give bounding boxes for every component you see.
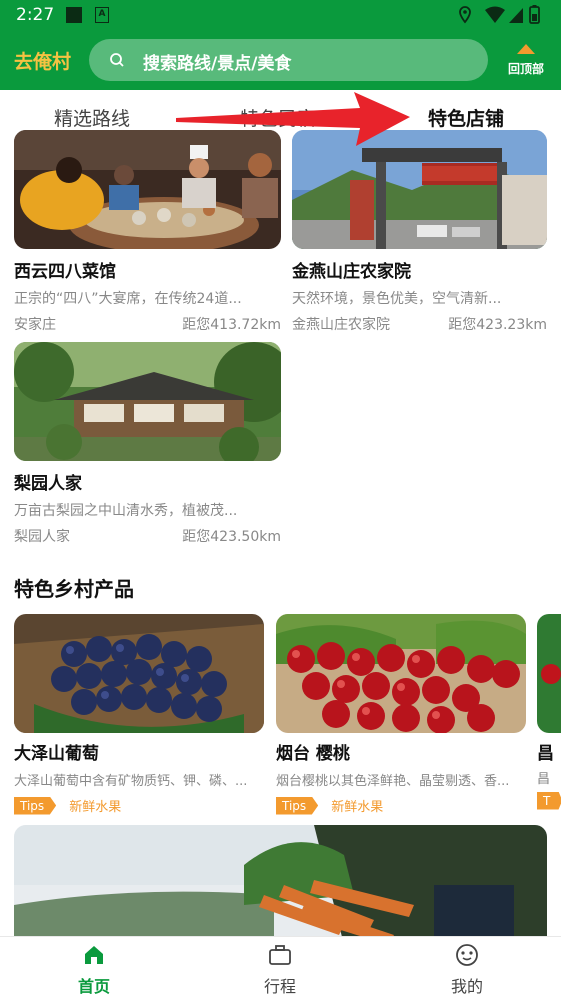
nav-home-label: 首页	[77, 977, 110, 996]
tips-badge: Tips	[14, 796, 57, 815]
product-category: 新鲜水果	[69, 800, 122, 815]
product-photo	[537, 614, 561, 733]
tips-badge: Tips	[276, 796, 319, 815]
shop-name: 西云四八菜馆	[14, 262, 116, 282]
promo-banner[interactable]	[14, 825, 547, 945]
shop-card[interactable]: 梨园人家 万亩古梨园之中山清水秀，植被茂... 梨园人家 距您423.50km	[14, 342, 281, 545]
shop-description: 正宗的“四八”大宴席，在传统24道...	[14, 291, 242, 307]
shop-distance: 距您413.72km	[182, 317, 281, 333]
product-photo	[14, 614, 264, 733]
product-photo	[276, 614, 526, 733]
product-name: 大泽山葡萄	[14, 744, 99, 764]
product-name: 烟台 樱桃	[276, 744, 350, 764]
product-card[interactable]: 烟台 樱桃 烟台樱桃以其色泽鲜艳、晶莹剔透、香... Tips 新鲜水果	[276, 614, 526, 815]
product-name-partial: 昌	[537, 744, 554, 764]
nav-trips[interactable]: 行程	[240, 943, 320, 997]
shop-distance: 距您423.23km	[448, 317, 547, 333]
nav-profile-label: 我的	[450, 977, 483, 996]
home-icon	[85, 946, 103, 964]
bottom-navigation: 首页 行程 我的	[0, 936, 561, 998]
nav-profile[interactable]: 我的	[427, 943, 507, 997]
products-section-title: 特色乡村产品	[14, 577, 134, 601]
shop-location: 梨园人家	[14, 529, 70, 545]
suitcase-icon	[269, 945, 291, 965]
product-description-partial: 昌	[537, 772, 551, 787]
shop-card[interactable]: 金燕山庄农家院 天然环境，景色优美，空气清新... 金燕山庄农家院 距您423.…	[292, 130, 547, 333]
product-description: 大泽山葡萄中含有矿物质钙、钾、磷、...	[14, 774, 248, 789]
smiley-icon	[456, 944, 478, 966]
shop-name: 金燕山庄农家院	[292, 262, 411, 282]
product-card[interactable]: 大泽山葡萄 大泽山葡萄中含有矿物质钙、钾、磷、... Tips 新鲜水果	[14, 614, 264, 815]
product-category: 新鲜水果	[331, 800, 384, 815]
nav-home[interactable]: 首页	[54, 943, 134, 997]
shop-description: 万亩古梨园之中山清水秀，植被茂...	[14, 503, 238, 519]
product-description: 烟台樱桃以其色泽鲜艳、晶莹剔透、香...	[276, 774, 510, 789]
shop-location: 安家庄	[14, 317, 56, 333]
nav-trips-label: 行程	[263, 977, 296, 996]
shop-name: 梨园人家	[14, 474, 82, 494]
tips-badge-partial: T	[537, 790, 561, 810]
shop-location: 金燕山庄农家院	[292, 317, 390, 333]
shop-distance: 距您423.50km	[182, 529, 281, 545]
shop-photo	[14, 342, 281, 461]
shop-card[interactable]: 西云四八菜馆 正宗的“四八”大宴席，在传统24道... 安家庄 距您413.72…	[14, 130, 281, 333]
shop-description: 天然环境，景色优美，空气清新...	[292, 291, 502, 307]
product-card-partial[interactable]	[537, 614, 561, 733]
banner-photo	[14, 825, 547, 945]
annotation-arrow	[176, 92, 410, 146]
